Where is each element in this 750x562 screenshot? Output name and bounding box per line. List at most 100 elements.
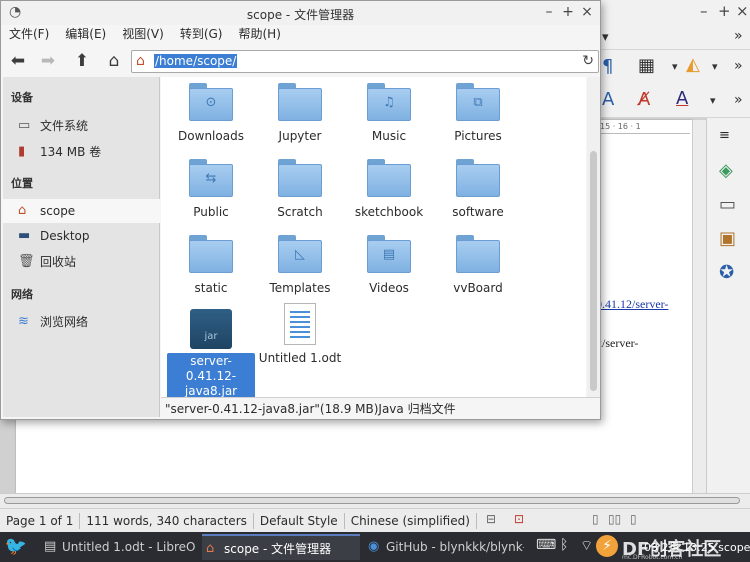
file-name: Jupyter [278, 129, 322, 143]
document-hyperlink[interactable]: 0.41.12/server- [596, 297, 668, 312]
location-bar[interactable]: ⌂ /home/scope/ ↻ [131, 50, 599, 73]
folder-icon: ◺ [278, 235, 322, 273]
location-input[interactable]: /home/scope/ [154, 53, 238, 70]
table-dropdown-icon[interactable]: ▾ [672, 57, 678, 77]
task-libreoffice[interactable]: ▤ Untitled 1.odt - LibreO... [40, 534, 196, 560]
folder-item-static[interactable]: static [167, 235, 255, 296]
jar-file-icon: jar [190, 309, 232, 349]
task-label: GitHub - blynkkk/blynk-s... [386, 540, 524, 554]
folder-item-sketchbook[interactable]: sketchbook [345, 159, 433, 220]
folder-item-public[interactable]: ⇆ Public [167, 159, 255, 220]
side-item-trash[interactable]: 🗑 回收站 [3, 250, 160, 274]
side-item-home[interactable]: ⌂ scope [3, 199, 160, 223]
minimize-icon[interactable]: – [541, 4, 557, 20]
status-page[interactable]: Page 1 of 1 [0, 512, 81, 529]
document-horizontal-scrollbar[interactable] [0, 493, 750, 507]
home-icon[interactable]: ⌂ [103, 51, 125, 71]
file-name: Public [193, 205, 229, 219]
toolbar-overflow-icon-2[interactable]: » [734, 56, 743, 76]
toolbar-overflow-icon[interactable]: » [734, 26, 743, 46]
drive-icon: ▭ [18, 118, 31, 133]
folder-item-music[interactable]: ♫ Music [345, 83, 433, 144]
folder-item-software[interactable]: software [434, 159, 522, 220]
multi-page-view-icon[interactable]: ▯▯ [608, 512, 621, 526]
status-word-count[interactable]: 111 words, 340 characters [80, 512, 254, 529]
home-icon: ⌂ [136, 53, 145, 69]
document-vertical-scrollbar[interactable] [692, 120, 706, 493]
minimize-icon[interactable]: – [700, 2, 708, 20]
folder-item-downloads[interactable]: ⊙ Downloads [167, 83, 255, 144]
watermark-subtext: mc.DFRobot.com.cn [622, 554, 683, 561]
menu-file[interactable]: 文件(F) [9, 25, 57, 45]
gallery-icon[interactable]: ▭ [719, 194, 736, 215]
images-icon[interactable]: ▣ [719, 228, 736, 249]
file-icon-view[interactable]: ⊙ Downloads Jupyter ♫ Music ⧉ Pictures ⇆… [161, 77, 586, 400]
file-name: Videos [369, 281, 409, 295]
document-modified-icon[interactable]: ⊡ [514, 512, 524, 526]
back-arrow-icon[interactable]: ⬅ [7, 51, 29, 71]
navigator-icon[interactable]: ✪ [719, 262, 734, 283]
file-name: software [452, 205, 504, 219]
folder-item-scratch[interactable]: Scratch [256, 159, 344, 220]
toolbar-overflow-icon-3[interactable]: » [734, 90, 743, 110]
side-item-label: 浏览网络 [40, 315, 89, 329]
menu-edit[interactable]: 编辑(E) [65, 25, 114, 45]
task-browser[interactable]: ◉ GitHub - blynkkk/blynk-s... [364, 534, 524, 560]
bluetooth-icon[interactable]: ᛒ [560, 537, 568, 553]
folder-item-templates[interactable]: ◺ Templates [256, 235, 344, 296]
applications-menu-icon[interactable]: 🐦 [4, 535, 28, 559]
folder-icon: ⇆ [189, 159, 233, 197]
book-view-icon[interactable]: ▯ [630, 512, 637, 526]
side-item-filesystem[interactable]: ▭ 文件系统 [3, 114, 160, 138]
insert-table-icon[interactable]: ▦ [638, 56, 655, 76]
watermark: ⚡ DF创客社区 mc.DFRobot.com.cn [590, 532, 750, 562]
sidebar-menu-icon[interactable]: ≡ [719, 128, 730, 143]
menu-help[interactable]: 帮助(H) [238, 25, 288, 45]
forward-arrow-icon[interactable]: ➡ [37, 51, 59, 71]
folder-item-pictures[interactable]: ⧉ Pictures [434, 83, 522, 144]
keyboard-icon[interactable]: ⌨ [536, 537, 556, 553]
toolbar-more-icon[interactable]: ▾ [602, 28, 609, 48]
menu-go[interactable]: 转到(G) [180, 25, 231, 45]
side-item-browse-network[interactable]: ≋ 浏览网络 [3, 310, 160, 334]
maximize-icon[interactable]: + [718, 2, 731, 20]
location-text[interactable]: /home/scope/ [154, 54, 238, 68]
selection-mode-icon[interactable]: ⊟ [486, 512, 496, 526]
status-page-style[interactable]: Default Style [254, 512, 345, 529]
insert-image-icon[interactable]: ◭ [686, 55, 700, 75]
sd-card-icon: ▮ [18, 144, 26, 159]
task-file-manager[interactable]: ⌂ scope - 文件管理器 [202, 534, 360, 560]
close-icon[interactable]: × [736, 2, 749, 20]
up-arrow-icon[interactable]: ⬆ [71, 51, 93, 71]
font-color-icon[interactable]: A [676, 89, 688, 109]
font-color-dropdown-icon[interactable]: ▾ [710, 91, 716, 111]
folder-item-jupyter[interactable]: Jupyter [256, 83, 344, 144]
text-style-icon[interactable]: A [602, 90, 614, 110]
ruler: 15 · 16 · 1 [600, 122, 690, 134]
side-pane: 设备 ▭ 文件系统 ▮ 134 MB 卷 位置 ⌂ scope ▬ Deskto… [3, 77, 160, 417]
file-item-untitled-odt[interactable]: Untitled 1.odt [256, 303, 344, 366]
formatting-marks-icon[interactable]: ¶ [602, 57, 613, 77]
side-item-volume[interactable]: ▮ 134 MB 卷 [3, 140, 160, 164]
scroll-thumb[interactable] [590, 151, 597, 391]
horizontal-scroll-thumb[interactable] [4, 497, 740, 504]
styles-icon[interactable]: ◈ [719, 160, 733, 181]
template-emblem-icon: ◺ [295, 247, 305, 262]
section-network: 网络 [11, 288, 33, 301]
menu-view[interactable]: 视图(V) [122, 25, 172, 45]
single-page-view-icon[interactable]: ▯ [592, 512, 599, 526]
status-language[interactable]: Chinese (simplified) [345, 512, 477, 529]
file-name: Pictures [454, 129, 502, 143]
folder-item-vvboard[interactable]: vvBoard [434, 235, 522, 296]
folder-item-videos[interactable]: ▤ Videos [345, 235, 433, 296]
side-item-desktop[interactable]: ▬ Desktop [3, 224, 160, 248]
side-item-label: 回收站 [40, 255, 77, 269]
clear-formatting-icon[interactable]: A̸ [638, 90, 650, 110]
file-view-scrollbar[interactable] [587, 77, 600, 397]
image-dropdown-icon[interactable]: ▾ [712, 57, 718, 77]
file-item-server-jar[interactable]: jar server-0.41.12- java8.jar [167, 309, 255, 400]
file-manager-titlebar[interactable]: ◔ scope - 文件管理器 – + × [1, 1, 600, 25]
maximize-icon[interactable]: + [560, 4, 576, 20]
close-icon[interactable]: × [579, 4, 595, 20]
reload-icon[interactable]: ↻ [582, 53, 594, 69]
